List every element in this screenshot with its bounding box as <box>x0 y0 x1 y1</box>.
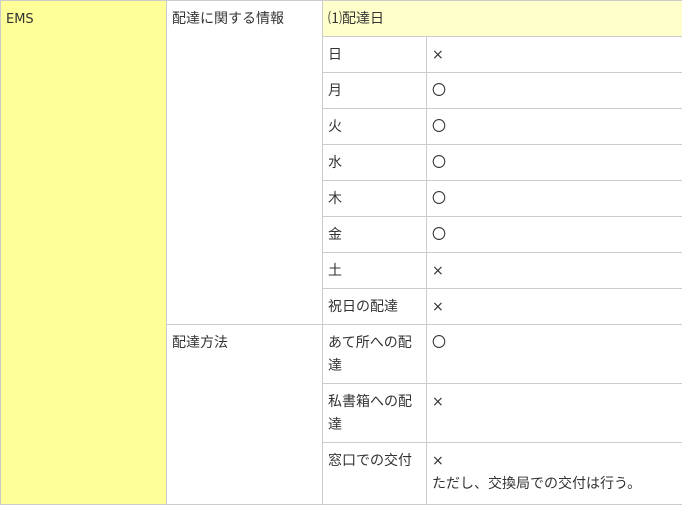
availability-value: 〇 <box>432 119 446 135</box>
value-cell: 〇 <box>427 325 682 384</box>
method-label-po-box: 私書箱への配達 <box>328 394 412 433</box>
section-label-cell: 配達方法 <box>167 325 323 505</box>
subheader-delivery-days: ⑴配達日 <box>328 11 384 27</box>
day-label-friday: 金 <box>328 227 342 243</box>
value-cell: 〇 <box>427 109 682 145</box>
availability-value: × <box>432 450 678 473</box>
section-label-delivery-info: 配達に関する情報 <box>172 11 284 27</box>
method-label-address: あて所への配達 <box>328 335 412 374</box>
item-cell: あて所への配達 <box>323 325 427 384</box>
item-cell: 水 <box>323 145 427 181</box>
method-label-counter: 窓口での交付 <box>328 453 412 469</box>
value-cell: × <box>427 384 682 443</box>
holiday-delivery-label: 祝日の配達 <box>328 299 398 315</box>
item-cell: 月 <box>323 73 427 109</box>
value-cell: × ただし、交換局での交付は行う。 <box>427 443 682 505</box>
value-cell: 〇 <box>427 73 682 109</box>
availability-value: 〇 <box>432 227 446 243</box>
ems-delivery-table: EMS 配達に関する情報 ⑴配達日 日 × 月 〇 火 〇 水 〇 木 〇 <box>0 0 682 505</box>
item-cell: 火 <box>323 109 427 145</box>
value-cell: × <box>427 289 682 325</box>
availability-value: × <box>432 47 444 63</box>
section-label-cell: 配達に関する情報 <box>167 1 323 325</box>
availability-value: 〇 <box>432 335 446 351</box>
value-cell: 〇 <box>427 217 682 253</box>
availability-value: 〇 <box>432 155 446 171</box>
subheader-cell: ⑴配達日 <box>323 1 682 37</box>
day-label-tuesday: 火 <box>328 119 342 135</box>
day-label-sunday: 日 <box>328 47 342 63</box>
item-cell: 土 <box>323 253 427 289</box>
table-row: EMS 配達に関する情報 ⑴配達日 <box>1 1 682 37</box>
value-cell: × <box>427 253 682 289</box>
day-label-wednesday: 水 <box>328 155 342 171</box>
item-cell: 私書箱への配達 <box>323 384 427 443</box>
service-name: EMS <box>6 12 34 27</box>
value-cell: 〇 <box>427 145 682 181</box>
availability-value: 〇 <box>432 83 446 99</box>
availability-note: ただし、交換局での交付は行う。 <box>432 473 678 496</box>
availability-value: × <box>432 263 444 279</box>
item-cell: 金 <box>323 217 427 253</box>
day-label-thursday: 木 <box>328 191 342 207</box>
day-label-monday: 月 <box>328 83 342 99</box>
item-cell: 日 <box>323 37 427 73</box>
item-cell: 木 <box>323 181 427 217</box>
service-name-cell: EMS <box>1 1 167 505</box>
item-cell: 窓口での交付 <box>323 443 427 505</box>
value-cell: 〇 <box>427 181 682 217</box>
availability-value: 〇 <box>432 191 446 207</box>
availability-value: × <box>432 299 444 315</box>
item-cell: 祝日の配達 <box>323 289 427 325</box>
value-cell: × <box>427 37 682 73</box>
availability-value: × <box>432 394 444 410</box>
section-label-delivery-method: 配達方法 <box>172 335 228 351</box>
day-label-saturday: 土 <box>328 263 342 279</box>
